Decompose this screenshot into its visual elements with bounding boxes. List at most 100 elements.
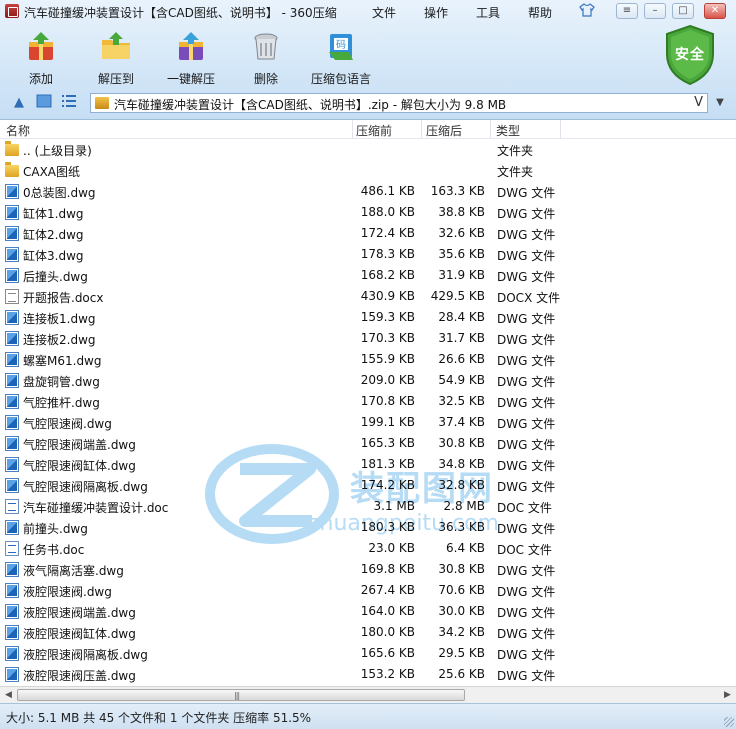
file-row[interactable]: .. (上级目录) 文件夹 xyxy=(0,139,736,160)
doc-file-icon xyxy=(5,541,19,556)
large-icons-view-icon[interactable] xyxy=(35,94,53,112)
file-compressed-size: 163.3 KB xyxy=(430,184,485,198)
file-row[interactable]: 连接板2.dwg 170.3 KB 31.7 KB DWG 文件 xyxy=(0,328,736,349)
dwg-file-icon xyxy=(5,625,19,640)
file-row[interactable]: 液腔限速阀端盖.dwg 164.0 KB 30.0 KB DWG 文件 xyxy=(0,601,736,622)
file-type: DWG 文件 xyxy=(497,606,556,620)
file-compressed-size: 26.6 KB xyxy=(438,352,485,366)
window-title: 汽车碰撞缓冲装置设计【含CAD图纸、说明书】 - 360压缩 xyxy=(24,6,337,20)
archive-language-button[interactable]: 码 压缩包语言 xyxy=(306,26,376,88)
file-type: DWG 文件 xyxy=(497,564,556,578)
delete-button[interactable]: 删除 xyxy=(231,26,301,88)
file-compressed-size: 31.7 KB xyxy=(438,331,485,345)
file-row[interactable]: 前撞头.dwg 180.3 KB 36.3 KB DWG 文件 xyxy=(0,517,736,538)
maximize-icon[interactable]: □ xyxy=(672,3,694,19)
file-name: 液气隔离活塞.dwg xyxy=(23,564,124,578)
file-row[interactable]: 缸体2.dwg 172.4 KB 32.6 KB DWG 文件 xyxy=(0,223,736,244)
file-row[interactable]: 气腔限速阀缸体.dwg 181.3 KB 34.8 KB DWG 文件 xyxy=(0,454,736,475)
file-name: 气腔限速阀隔离板.dwg xyxy=(23,480,148,494)
one-click-extract-button[interactable]: 一键解压 xyxy=(156,26,226,88)
dwg-file-icon xyxy=(5,436,19,451)
file-row[interactable]: 液腔限速阀缸体.dwg 180.0 KB 34.2 KB DWG 文件 xyxy=(0,622,736,643)
delete-label: 删除 xyxy=(253,72,278,86)
close-icon[interactable]: ✕ xyxy=(704,3,726,19)
file-type: 文件夹 xyxy=(497,165,534,179)
file-original-size: 178.3 KB xyxy=(360,247,415,261)
file-compressed-size: 31.9 KB xyxy=(438,268,485,282)
file-row[interactable]: 后撞头.dwg 168.2 KB 31.9 KB DWG 文件 xyxy=(0,265,736,286)
column-name[interactable]: 名称 xyxy=(6,122,30,139)
column-divider[interactable] xyxy=(352,120,353,139)
extract-to-button[interactable]: 解压到 xyxy=(81,26,151,88)
file-row[interactable]: 气腔限速阀端盖.dwg 165.3 KB 30.8 KB DWG 文件 xyxy=(0,433,736,454)
file-row[interactable]: 气腔推杆.dwg 170.8 KB 32.5 KB DWG 文件 xyxy=(0,391,736,412)
file-compressed-size: 6.4 KB xyxy=(446,541,485,555)
path-dropdown-icon[interactable]: ▼ xyxy=(711,95,729,111)
file-compressed-size: 30.0 KB xyxy=(438,604,485,618)
menu-help[interactable]: 帮助 xyxy=(528,4,552,21)
file-row[interactable]: CAXA图纸 文件夹 xyxy=(0,160,736,181)
dwg-file-icon xyxy=(5,415,19,430)
file-type: DWG 文件 xyxy=(497,228,556,242)
up-arrow-icon[interactable]: ▲ xyxy=(10,94,28,112)
file-type: DWG 文件 xyxy=(497,438,556,452)
list-view-icon[interactable] xyxy=(60,94,78,112)
file-row[interactable]: 气腔限速阀.dwg 199.1 KB 37.4 KB DWG 文件 xyxy=(0,412,736,433)
menu-icon[interactable]: ≡ xyxy=(616,3,638,19)
security-badge[interactable]: 安全 xyxy=(663,24,717,86)
scrollbar-thumb[interactable]: ||| xyxy=(17,689,465,701)
column-divider[interactable] xyxy=(421,120,422,139)
file-row[interactable]: 0总装图.dwg 486.1 KB 163.3 KB DWG 文件 xyxy=(0,181,736,202)
menu-operate[interactable]: 操作 xyxy=(424,4,448,21)
menu-tools[interactable]: 工具 xyxy=(476,4,500,21)
file-original-size: 181.3 KB xyxy=(360,457,415,471)
menu-file[interactable]: 文件 xyxy=(372,4,396,21)
column-divider[interactable] xyxy=(490,120,491,139)
file-original-size: 23.0 KB xyxy=(368,541,415,555)
column-header: 名称 压缩前 压缩后 类型 xyxy=(0,120,736,139)
file-compressed-size: 30.8 KB xyxy=(438,436,485,450)
shirt-icon[interactable] xyxy=(578,3,596,19)
file-row[interactable]: 汽车碰撞缓冲装置设计.doc 3.1 MB 2.8 MB DOC 文件 xyxy=(0,496,736,517)
scroll-left-arrow-icon[interactable]: ◀ xyxy=(0,687,17,703)
file-type: 文件夹 xyxy=(497,144,534,158)
column-compressed-size[interactable]: 压缩后 xyxy=(426,122,462,139)
path-field[interactable]: 汽车碰撞缓冲装置设计【含CAD图纸、说明书】.zip - 解包大小为 9.8 M… xyxy=(90,93,708,113)
dwg-file-icon xyxy=(5,394,19,409)
file-row[interactable]: 螺塞M61.dwg 155.9 KB 26.6 KB DWG 文件 xyxy=(0,349,736,370)
file-original-size: 188.0 KB xyxy=(360,205,415,219)
file-name: 0总装图.dwg xyxy=(23,186,96,200)
scroll-right-arrow-icon[interactable]: ▶ xyxy=(719,687,736,703)
file-list[interactable]: 装配图网 zhuangpeitu.com .. (上级目录) 文件夹 CAXA图纸文… xyxy=(0,139,736,686)
file-compressed-size: 36.3 KB xyxy=(438,520,485,534)
file-row[interactable]: 液气隔离活塞.dwg 169.8 KB 30.8 KB DWG 文件 xyxy=(0,559,736,580)
file-row[interactable]: 缸体1.dwg 188.0 KB 38.8 KB DWG 文件 xyxy=(0,202,736,223)
file-compressed-size: 32.5 KB xyxy=(438,394,485,408)
column-original-size[interactable]: 压缩前 xyxy=(356,122,392,139)
minimize-icon[interactable]: – xyxy=(644,3,666,19)
add-button[interactable]: 添加 xyxy=(6,26,76,88)
file-compressed-size: 2.8 MB xyxy=(443,499,485,513)
file-row[interactable]: 任务书.doc 23.0 KB 6.4 KB DOC 文件 xyxy=(0,538,736,559)
file-row[interactable]: 缸体3.dwg 178.3 KB 35.6 KB DWG 文件 xyxy=(0,244,736,265)
file-compressed-size: 54.9 KB xyxy=(438,373,485,387)
file-original-size: 159.3 KB xyxy=(360,310,415,324)
file-original-size: 164.0 KB xyxy=(360,604,415,618)
file-row[interactable]: 液腔限速阀隔离板.dwg 165.6 KB 29.5 KB DWG 文件 xyxy=(0,643,736,664)
file-row[interactable]: 气腔限速阀隔离板.dwg 174.2 KB 32.8 KB DWG 文件 xyxy=(0,475,736,496)
app-logo-icon xyxy=(5,4,19,18)
file-row[interactable]: 连接板1.dwg 159.3 KB 28.4 KB DWG 文件 xyxy=(0,307,736,328)
horizontal-scrollbar[interactable]: ◀ ||| ▶ xyxy=(0,686,736,703)
column-type[interactable]: 类型 xyxy=(496,122,520,139)
file-row[interactable]: 液腔限速阀.dwg 267.4 KB 70.6 KB DWG 文件 xyxy=(0,580,736,601)
file-type: DWG 文件 xyxy=(497,270,556,284)
address-bar-row: ▲ 汽车碰撞缓冲装置设计【含CAD图纸、说明书】.zip - 解包大小为 9.8… xyxy=(0,92,736,114)
file-row[interactable]: 盘旋铜管.dwg 209.0 KB 54.9 KB DWG 文件 xyxy=(0,370,736,391)
resize-grip-icon[interactable] xyxy=(724,717,734,727)
file-row[interactable]: 开题报告.docx 430.9 KB 429.5 KB DOCX 文件 xyxy=(0,286,736,307)
column-divider[interactable] xyxy=(560,120,561,139)
file-type: DWG 文件 xyxy=(497,627,556,641)
file-row[interactable]: 液腔限速阀压盖.dwg 153.2 KB 25.6 KB DWG 文件 xyxy=(0,664,736,685)
dwg-file-icon xyxy=(5,184,19,199)
file-name: 连接板1.dwg xyxy=(23,312,96,326)
